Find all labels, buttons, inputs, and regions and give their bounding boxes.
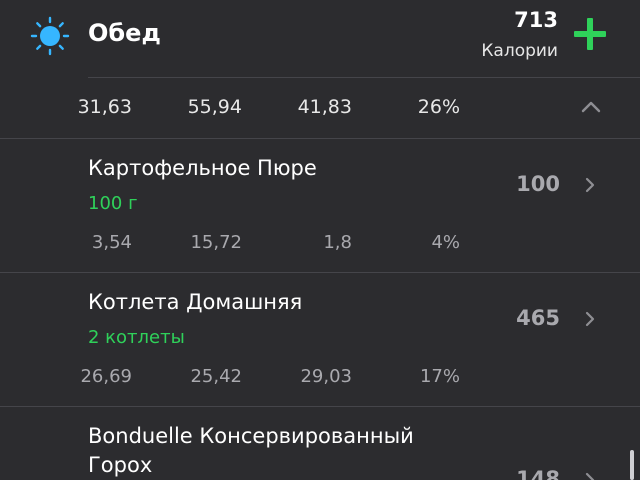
chevron-right-icon <box>585 472 595 480</box>
food-portion: 2 котлеты <box>88 327 185 348</box>
food-percent: 4% <box>431 232 460 253</box>
chevron-right-icon <box>585 177 595 193</box>
add-food-button[interactable] <box>572 16 608 52</box>
food-calories: 100 <box>516 172 560 196</box>
chevron-right-icon <box>585 311 595 327</box>
meal-calories-value: 713 <box>514 8 558 32</box>
food-name: Картофельное Пюре <box>88 156 317 180</box>
food-fat: 29,03 <box>300 366 352 387</box>
total-protein: 31,63 <box>77 96 132 118</box>
food-carbs: 15,72 <box>190 232 242 253</box>
total-percent: 26% <box>417 96 460 118</box>
food-name-line2: Горох <box>88 453 153 477</box>
total-fat: 41,83 <box>297 96 352 118</box>
food-item[interactable]: Bonduelle Консервированный Горох 148 <box>0 407 640 480</box>
food-protein: 26,69 <box>80 366 132 387</box>
divider <box>88 77 640 78</box>
food-item[interactable]: Картофельное Пюре 100 г 100 3,54 15,72 1… <box>0 139 640 272</box>
food-calories: 465 <box>516 306 560 330</box>
meal-title: Обед <box>88 19 161 47</box>
food-percent: 17% <box>419 366 460 387</box>
plus-icon-vertical <box>587 18 593 50</box>
meal-header: Обед 713 Калории <box>0 0 640 78</box>
total-carbs: 55,94 <box>187 96 242 118</box>
food-calories: 148 <box>516 467 560 480</box>
meal-calories-label: Калории <box>481 41 558 61</box>
food-name: Bonduelle Консервированный <box>88 424 414 448</box>
chevron-up-icon[interactable] <box>580 98 602 114</box>
food-portion: 100 г <box>88 193 138 214</box>
scrollbar[interactable] <box>630 450 634 480</box>
food-protein: 3,54 <box>91 232 132 253</box>
sun-icon <box>30 16 70 56</box>
food-carbs: 25,42 <box>190 366 242 387</box>
food-item[interactable]: Котлета Домашняя 2 котлеты 465 26,69 25,… <box>0 273 640 406</box>
food-name: Котлета Домашняя <box>88 290 303 314</box>
food-fat: 1,8 <box>323 232 352 253</box>
